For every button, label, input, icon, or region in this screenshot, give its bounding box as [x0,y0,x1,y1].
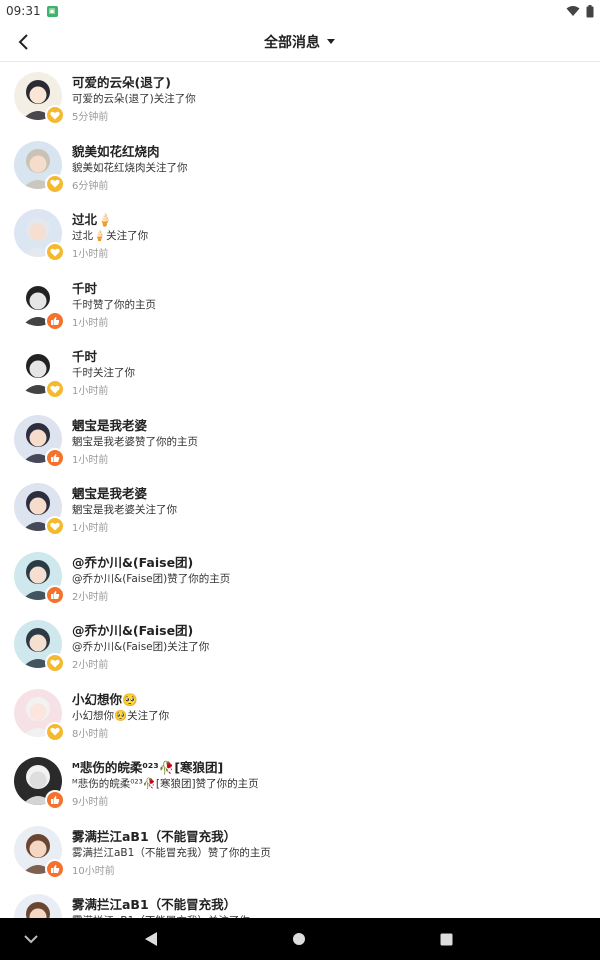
message-text: 可爱的云朵(退了)关注了你 [72,93,196,105]
heart-icon [50,659,60,667]
message-item[interactable]: ᴹ悲伤的皖柔⁰²³🥀[寒狼团] ᴹ悲伤的皖柔⁰²³🥀[寒狼团]赞了你的主页 9小时前 [0,747,600,816]
badge [45,721,65,742]
message-text: 魍宝是我老婆赞了你的主页 [72,435,198,448]
clock: 09:31 [6,4,41,18]
header: 全部消息 [0,22,600,62]
message-item[interactable]: @乔か川&(Faise团) @乔か川&(Faise团)关注了你 2小时前 [0,610,600,679]
badge [45,379,65,399]
timestamp: 9小时前 [72,797,109,808]
battery-icon [586,4,594,17]
home-nav-button[interactable] [288,929,310,949]
page-title: 全部消息 [264,34,320,51]
home-circle-icon [293,933,305,945]
collapse-icon [24,934,38,943]
thumb-up-icon [51,796,60,804]
message-text: 魍宝是我老婆关注了你 [72,504,177,516]
recents-square-icon [440,933,452,945]
heart-icon [50,248,60,256]
sender-name[interactable]: 可爱的云朵(退了) [72,72,171,91]
timestamp: 2小时前 [72,660,109,671]
sender-name[interactable]: 千时 [72,346,97,365]
sender-name[interactable]: 雾满拦江aB1（不能冒充我） [72,826,236,845]
badge [45,105,65,125]
message-item[interactable]: 雾满拦江aB1（不能冒充我）雾满拦江aB1（不能冒充我）关注了你 [0,884,600,918]
back-button[interactable] [10,28,38,56]
timestamp: 2小时前 [72,591,109,603]
heart-icon [50,385,60,393]
badge [45,653,65,673]
timestamp: 1小时前 [72,386,109,397]
collapse-button[interactable] [20,930,42,948]
thumb-up-icon [51,864,60,873]
sender-name[interactable]: 雾满拦江aB1（不能冒充我） [72,894,236,913]
wifi-icon [566,6,580,16]
timestamp: 1小时前 [72,523,109,534]
recents-nav-button[interactable] [435,929,457,949]
message-item[interactable]: 雾满拦江aB1（不能冒充我） 雾满拦江aB1（不能冒充我）赞了你的主页 10小时前 [0,816,600,885]
badge [45,584,65,605]
message-text: 貌美如花红烧肉关注了你 [72,161,188,174]
message-filter-dropdown[interactable]: 全部消息 [264,32,336,52]
app-notification-icon: ▣ [46,5,58,17]
message-text: ᴹ悲伤的皖柔⁰²³🥀[寒狼团]赞了你的主页 [72,778,259,790]
badge [45,173,65,194]
heart-icon [50,522,60,530]
avatar[interactable] [14,894,62,918]
badge [45,447,65,468]
message-list[interactable]: 可爱的云朵(退了) 可爱的云朵(退了)关注了你 5分钟前貌美如花红烧肉 貌美如花红烧肉… [0,62,600,918]
sender-name[interactable]: 魍宝是我老婆 [72,415,147,434]
heart-icon [50,727,60,736]
navigation-bar [0,918,600,960]
badge [45,858,65,879]
back-nav-button[interactable] [140,929,162,949]
sender-name[interactable]: 魍宝是我老婆 [72,483,147,502]
sender-name[interactable]: @乔か川&(Faise团) [72,552,193,571]
message-text: 过北🍦关注了你 [72,230,149,242]
timestamp: 1小时前 [72,317,109,329]
message-text: 雾满拦江aB1（不能冒充我）赞了你的主页 [72,846,271,859]
message-item[interactable]: 魍宝是我老婆 魍宝是我老婆赞了你的主页 1小时前 [0,405,600,474]
thumb-up-icon [51,590,60,599]
back-triangle-icon [145,932,157,946]
message-text: 千时关注了你 [72,367,135,379]
heart-icon [50,179,60,188]
timestamp: 5分钟前 [72,112,109,123]
message-item[interactable]: 过北🍦 过北🍦关注了你 1小时前 [0,199,600,268]
message-item[interactable]: 貌美如花红烧肉 貌美如花红烧肉关注了你 6分钟前 [0,131,600,200]
badge [45,310,65,331]
timestamp: 6分钟前 [72,180,109,192]
message-item[interactable]: @乔か川&(Faise团) @乔か川&(Faise团)赞了你的主页 2小时前 [0,542,600,611]
sender-name[interactable]: 貌美如花红烧肉 [72,141,160,160]
message-text: 千时赞了你的主页 [72,298,156,311]
thumb-up-icon [51,316,60,325]
sender-name[interactable]: 千时 [72,278,97,297]
message-item[interactable]: 可爱的云朵(退了) 可爱的云朵(退了)关注了你 5分钟前 [0,62,600,131]
sender-name[interactable]: ᴹ悲伤的皖柔⁰²³🥀[寒狼团] [72,757,223,776]
timestamp: 1小时前 [72,249,109,260]
caret-down-icon [327,38,335,44]
badge [45,790,65,810]
message-item[interactable]: 千时 千时赞了你的主页 1小时前 [0,268,600,337]
timestamp: 1小时前 [72,454,109,466]
thumb-up-icon [51,453,60,462]
status-left: 09:31 ▣ [6,4,58,18]
sender-name[interactable]: 小幻想你🥺 [72,689,138,708]
sender-name[interactable]: 过北🍦 [72,209,113,228]
back-arrow-icon [18,34,28,50]
sender-name[interactable]: @乔か川&(Faise团) [72,620,193,639]
message-text: @乔か川&(Faise团)赞了你的主页 [72,572,231,585]
timestamp: 10小时前 [72,865,115,877]
badge [45,242,65,262]
message-text: 小幻想你🥺关注了你 [72,709,170,722]
status-right [566,4,594,18]
badge [45,516,65,536]
message-text: @乔か川&(Faise团)关注了你 [72,641,210,653]
heart-icon [50,111,60,119]
message-item[interactable]: 小幻想你🥺 小幻想你🥺关注了你 8小时前 [0,679,600,748]
status-bar: 09:31 ▣ [0,0,600,22]
message-item[interactable]: 魍宝是我老婆魍宝是我老婆关注了你 1小时前 [0,473,600,542]
message-item[interactable]: 千时千时关注了你 1小时前 [0,336,600,405]
timestamp: 8小时前 [72,728,109,740]
